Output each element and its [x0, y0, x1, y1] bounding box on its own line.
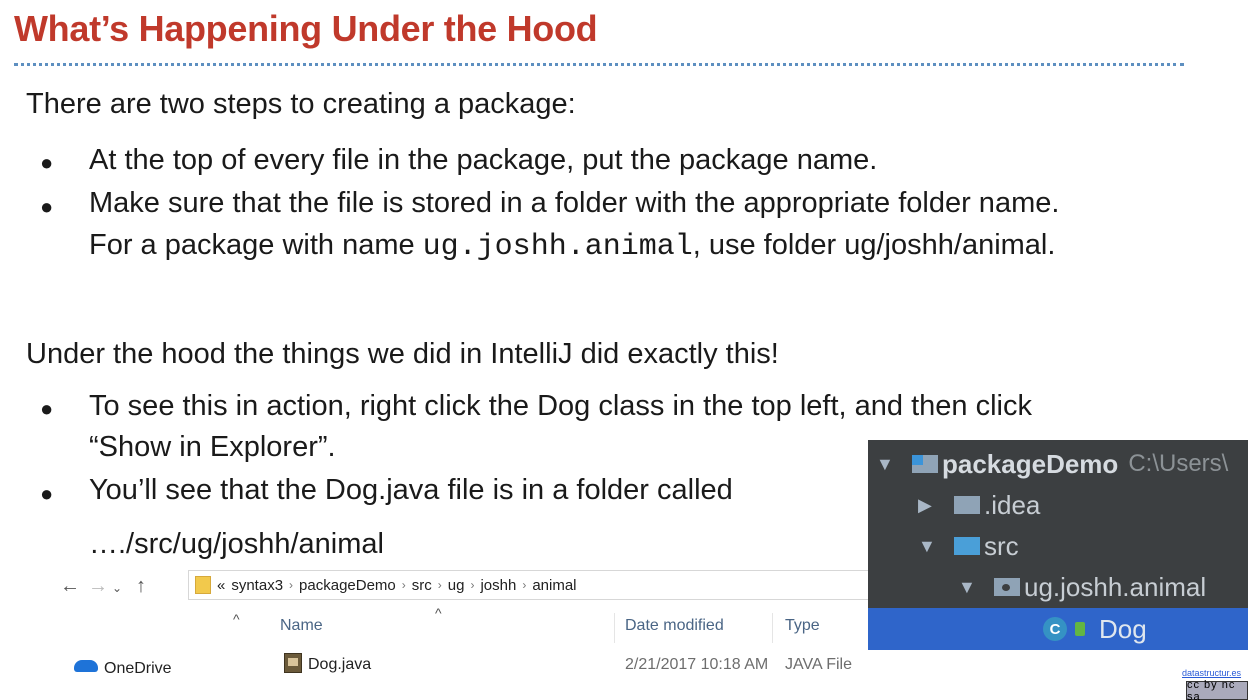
tree-label-dog: Dog [1099, 613, 1147, 644]
bullet-dot: ● [40, 150, 54, 175]
tree-item-idea[interactable]: ▶ .idea [868, 484, 1248, 526]
column-divider[interactable] [772, 613, 773, 643]
column-header-date[interactable]: Date modified [625, 617, 724, 635]
column-header-type[interactable]: Type [785, 617, 820, 635]
source-folder-icon [954, 537, 980, 555]
breadcrumb-syntax3[interactable]: syntax3 [231, 577, 283, 594]
access-modifier-icon [1075, 622, 1085, 636]
collapsed-triangle-icon[interactable]: ▶ [918, 495, 942, 516]
bullet-show-explorer: To see this in action, right click the D… [89, 390, 1032, 422]
folder-icon [954, 496, 980, 514]
forward-arrow-icon[interactable]: → [88, 575, 108, 598]
nav-onedrive[interactable]: OneDrive [104, 660, 172, 678]
breadcrumb-separator: › [470, 578, 475, 592]
tree-item-src[interactable]: ▼ src [868, 525, 1248, 567]
breadcrumb-separator: › [401, 578, 406, 592]
title-divider [14, 63, 1184, 66]
file-date: 2/21/2017 10:18 AM [625, 656, 769, 673]
under-hood-text: Under the hood the things we did in Inte… [26, 338, 779, 370]
breadcrumb-ug[interactable]: ug [448, 577, 465, 594]
bullet-step-2-cont: For a package with name ug.joshh.animal,… [89, 229, 1055, 264]
scroll-up-icon[interactable]: ^ [233, 611, 240, 627]
package-name-suffix: , use folder ug/joshh/animal. [692, 229, 1056, 261]
bullet-dot: ● [40, 194, 54, 219]
bullet-step-2: Make sure that the file is stored in a f… [89, 187, 1060, 219]
file-type: JAVA File [785, 656, 852, 673]
bullet-folder: You’ll see that the Dog.java file is in … [89, 474, 733, 506]
back-arrow-icon[interactable]: ← [60, 575, 80, 598]
intellij-project-tree: ▼ packageDemo C:\Users\ ▶ .idea ▼ src ▼ … [868, 440, 1248, 650]
breadcrumb-separator: › [437, 578, 442, 592]
breadcrumb-separator: › [289, 578, 294, 592]
license-badge: cc by nc sa [1186, 679, 1248, 700]
breadcrumb-animal[interactable]: animal [532, 577, 576, 594]
sort-ascending-icon: ^ [435, 605, 442, 621]
up-arrow-icon[interactable]: ↑ [136, 575, 146, 598]
breadcrumb-overflow[interactable]: « [217, 577, 225, 594]
tree-label-src: src [984, 530, 1019, 561]
bullet-folder-path: …./src/ug/joshh/animal [89, 528, 384, 560]
file-name[interactable]: Dog.java [308, 656, 371, 674]
intro-text: There are two steps to creating a packag… [26, 88, 576, 120]
project-folder-icon [912, 455, 938, 473]
breadcrumb-src[interactable]: src [412, 577, 432, 594]
tree-item-package[interactable]: ▼ ug.joshh.animal [868, 566, 1248, 608]
project-name: packageDemo [942, 448, 1119, 479]
package-name-prefix: For a package with name [89, 229, 423, 261]
column-divider[interactable] [614, 613, 615, 643]
expanded-triangle-icon[interactable]: ▼ [958, 577, 982, 598]
onedrive-cloud-icon [74, 660, 98, 672]
bullet-dot: ● [40, 396, 54, 421]
address-bar[interactable]: « syntax3 › packageDemo › src › ug › jos… [188, 570, 918, 600]
tree-item-dog-class[interactable]: C Dog [868, 608, 1248, 650]
package-name-code: ug.joshh.animal [422, 230, 693, 264]
tree-label-idea: .idea [984, 489, 1041, 520]
expanded-triangle-icon[interactable]: ▼ [876, 454, 900, 475]
footer-link[interactable]: datastructur.es [1182, 668, 1241, 678]
bullet-dot: ● [40, 481, 54, 506]
package-icon [994, 578, 1020, 596]
folder-icon [195, 576, 211, 594]
column-header-name[interactable]: Name [280, 617, 323, 635]
bullet-show-explorer-cont: “Show in Explorer”. [89, 431, 336, 463]
breadcrumb-separator: › [522, 578, 527, 592]
java-file-icon [284, 653, 302, 673]
explorer-window: ← → ⌄ ↑ « syntax3 › packageDemo › src › … [50, 565, 918, 700]
expanded-triangle-icon[interactable]: ▼ [918, 536, 942, 557]
slide-title: What’s Happening Under the Hood [14, 8, 598, 49]
recent-dropdown-icon[interactable]: ⌄ [112, 581, 122, 595]
bullet-step-1: At the top of every file in the package,… [89, 144, 878, 176]
project-path: C:\Users\ [1128, 450, 1229, 477]
breadcrumb-joshh[interactable]: joshh [480, 577, 516, 594]
tree-label-package: ug.joshh.animal [1024, 571, 1207, 602]
breadcrumb-packagedemo[interactable]: packageDemo [299, 577, 396, 594]
tree-item-project[interactable]: ▼ packageDemo C:\Users\ [868, 443, 1248, 485]
class-icon: C [1043, 617, 1067, 641]
